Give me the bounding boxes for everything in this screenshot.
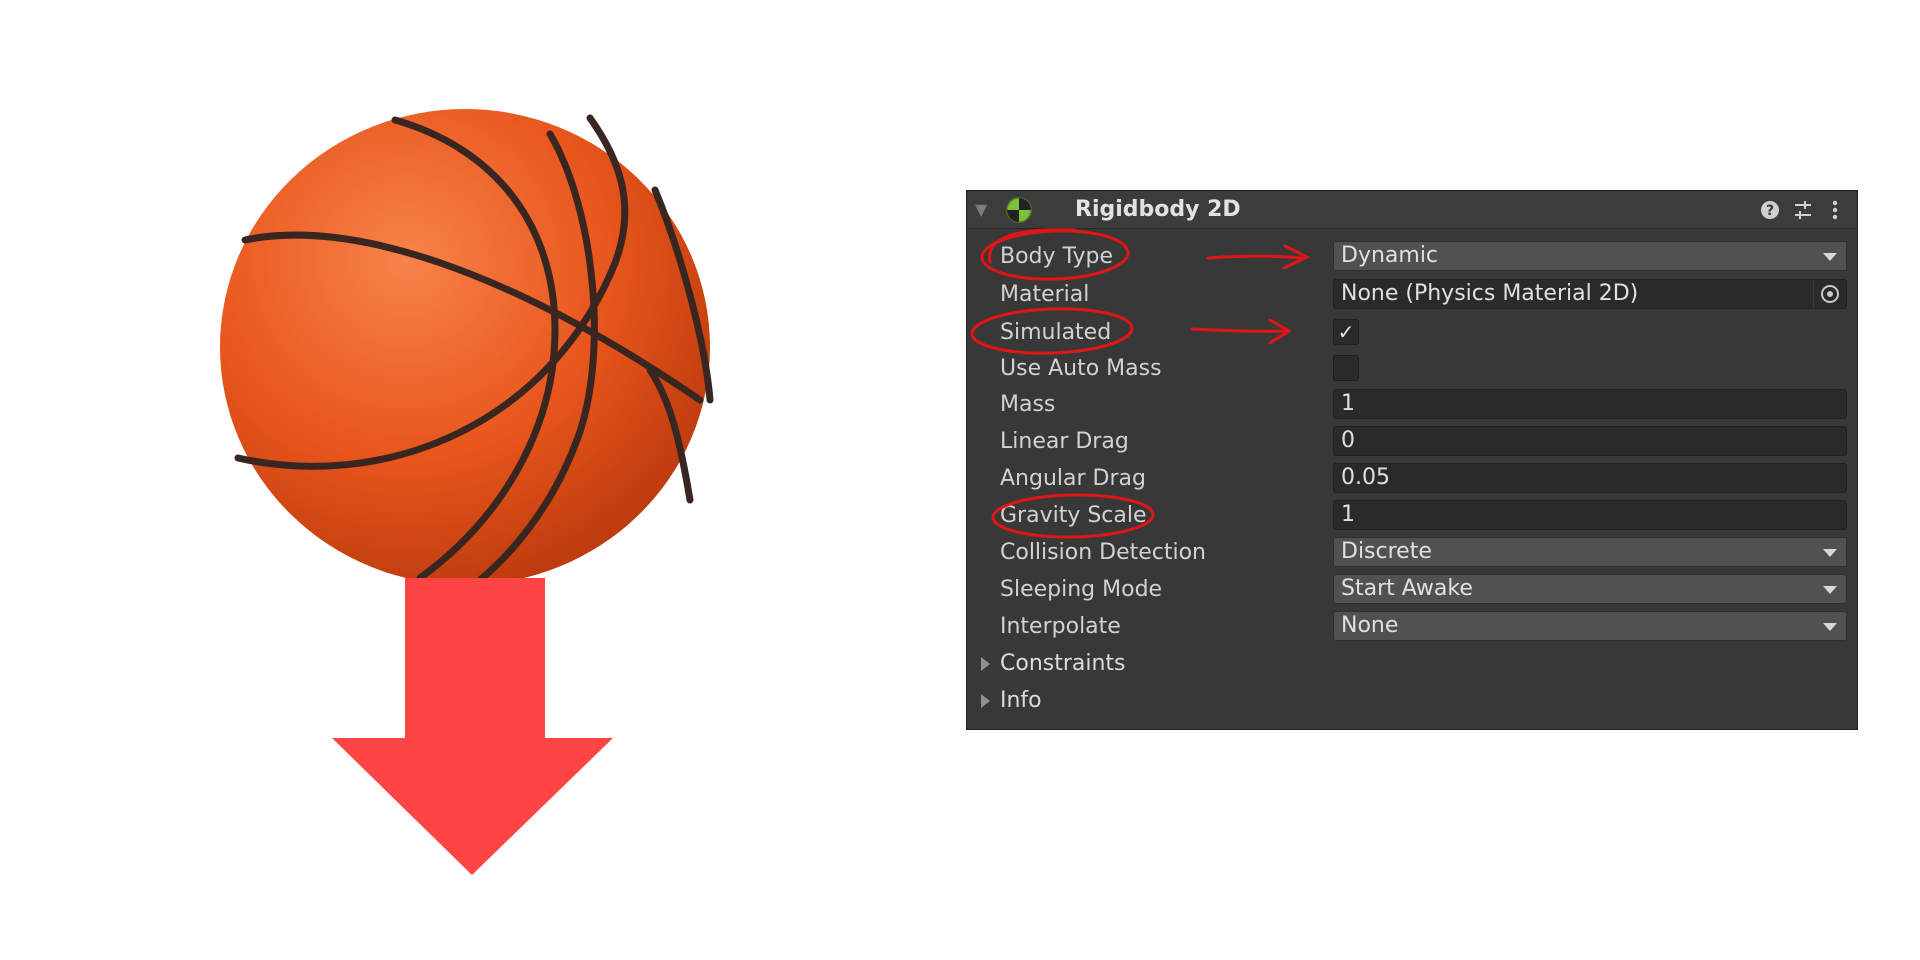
sleeping-mode-row: Sleeping Mode Start Awake xyxy=(967,572,1857,608)
gravity-scale-row: Gravity Scale 1 xyxy=(967,498,1857,534)
material-value: None (Physics Material 2D) xyxy=(1341,281,1639,306)
info-foldout[interactable]: Info xyxy=(967,683,1857,719)
material-label: Material xyxy=(1000,282,1090,307)
sleeping-mode-value: Start Awake xyxy=(1341,576,1473,601)
angular-drag-label: Angular Drag xyxy=(1000,466,1146,491)
rigidbody2d-icon xyxy=(1006,197,1032,223)
help-icon[interactable]: ? xyxy=(1758,198,1782,222)
component-header[interactable]: ▼ Rigidbody 2D ? xyxy=(967,191,1857,229)
info-label: Info xyxy=(1000,688,1042,713)
svg-text:?: ? xyxy=(1766,203,1774,219)
collision-detection-dropdown[interactable]: Discrete xyxy=(1333,537,1847,567)
simulated-checkbox[interactable]: ✓ xyxy=(1333,319,1359,345)
simulated-row: Simulated ✓ xyxy=(967,315,1857,351)
body-type-value: Dynamic xyxy=(1341,243,1439,268)
interpolate-dropdown[interactable]: None xyxy=(1333,611,1847,641)
interpolate-row: Interpolate None xyxy=(967,609,1857,645)
collision-detection-value: Discrete xyxy=(1341,539,1432,564)
down-arrow-icon xyxy=(332,578,613,875)
sleeping-mode-label: Sleeping Mode xyxy=(1000,577,1163,602)
dropdown-caret-icon xyxy=(1823,586,1837,594)
collision-detection-row: Collision Detection Discrete xyxy=(967,535,1857,571)
foldout-arrow-icon xyxy=(981,657,990,671)
rigidbody2d-inspector: ▼ Rigidbody 2D ? Body Type Dynamic Mater… xyxy=(966,190,1858,730)
linear-drag-label: Linear Drag xyxy=(1000,429,1129,454)
body-type-row: Body Type Dynamic xyxy=(967,239,1857,275)
body-type-label: Body Type xyxy=(1000,244,1114,269)
dropdown-caret-icon xyxy=(1823,623,1837,631)
mass-row: Mass 1 xyxy=(967,387,1857,423)
dropdown-caret-icon xyxy=(1823,549,1837,557)
gravity-scale-input[interactable]: 1 xyxy=(1333,500,1847,530)
body-type-dropdown[interactable]: Dynamic xyxy=(1333,241,1847,271)
sleeping-mode-dropdown[interactable]: Start Awake xyxy=(1333,574,1847,604)
constraints-foldout[interactable]: Constraints xyxy=(967,646,1857,682)
linear-drag-row: Linear Drag 0 xyxy=(967,424,1857,460)
object-picker-icon xyxy=(1821,285,1839,303)
presets-icon[interactable] xyxy=(1791,198,1815,222)
interpolate-value: None xyxy=(1341,613,1399,638)
foldout-arrow-icon[interactable]: ▼ xyxy=(975,201,993,219)
mass-label: Mass xyxy=(1000,392,1056,417)
interpolate-label: Interpolate xyxy=(1000,614,1121,639)
foldout-arrow-icon xyxy=(981,694,990,708)
simulated-label: Simulated xyxy=(1000,320,1112,345)
constraints-label: Constraints xyxy=(1000,651,1126,676)
linear-drag-input[interactable]: 0 xyxy=(1333,426,1847,456)
material-row: Material None (Physics Material 2D) xyxy=(967,277,1857,313)
use-auto-mass-row: Use Auto Mass xyxy=(967,351,1857,387)
mass-input[interactable]: 1 xyxy=(1333,389,1847,419)
angular-drag-row: Angular Drag 0.05 xyxy=(967,461,1857,497)
collision-detection-label: Collision Detection xyxy=(1000,540,1207,565)
material-object-field[interactable]: None (Physics Material 2D) xyxy=(1333,279,1847,309)
component-title: Rigidbody 2D xyxy=(1075,197,1241,222)
angular-drag-input[interactable]: 0.05 xyxy=(1333,463,1847,493)
use-auto-mass-checkbox[interactable] xyxy=(1333,355,1359,381)
more-options-icon[interactable] xyxy=(1823,198,1847,222)
dropdown-caret-icon xyxy=(1823,253,1837,261)
gravity-scale-label: Gravity Scale xyxy=(1000,503,1147,528)
use-auto-mass-label: Use Auto Mass xyxy=(1000,356,1162,381)
object-picker-button[interactable] xyxy=(1813,280,1846,308)
illustration xyxy=(0,0,900,960)
basketball-image xyxy=(220,109,714,585)
